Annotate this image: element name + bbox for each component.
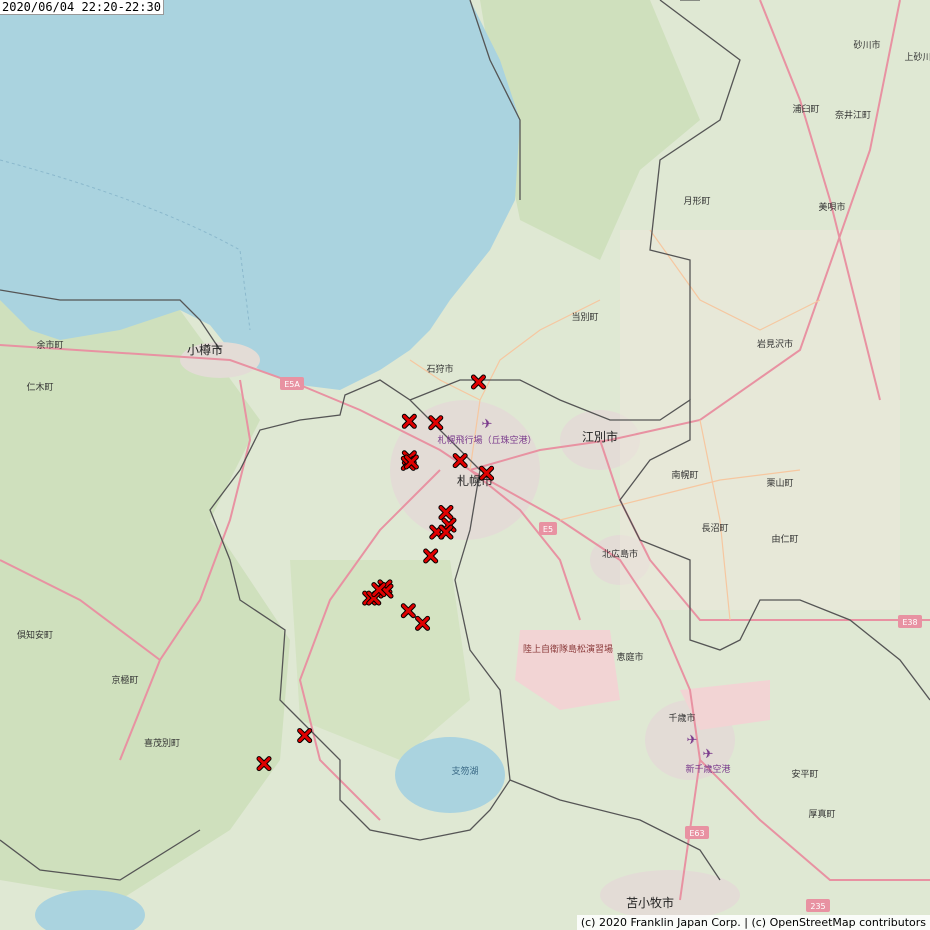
place-label-tomakomai: 苫小牧市 xyxy=(626,895,674,910)
farmland-area xyxy=(620,230,900,610)
road-shield-e38: E38 xyxy=(898,615,922,628)
place-label-abira: 安平町 xyxy=(791,768,818,780)
place-label-bibai: 美唄市 xyxy=(818,201,845,213)
airport-icon: ✈ xyxy=(703,747,714,762)
x-mark-icon xyxy=(452,453,468,469)
place-label-eniwa: 恵庭市 xyxy=(616,651,643,663)
x-mark-icon xyxy=(256,756,272,772)
x-mark-icon xyxy=(297,728,313,744)
x-mark-icon xyxy=(401,413,417,429)
place-label-tobetsu: 当別町 xyxy=(571,311,598,323)
lake-shikotsu xyxy=(395,737,505,813)
place-label-yoichi: 余市町 xyxy=(36,339,63,351)
x-mark-icon xyxy=(479,465,495,481)
place-label-new-chitose: 新千歳空港 xyxy=(685,763,730,775)
road-shield-e5a: E5A xyxy=(280,377,304,390)
road-shield-235: 235 xyxy=(806,899,830,912)
time-range-label: 2020/06/04 22:20-22:30 xyxy=(0,0,164,15)
airport-icon: ✈ xyxy=(687,733,698,748)
place-label-kutchan: 倶知安町 xyxy=(17,629,53,641)
x-mark-icon xyxy=(371,582,387,598)
road-shield-e5: E5 xyxy=(539,522,557,535)
svg-text:235: 235 xyxy=(810,902,825,911)
place-label-sunagawa: 砂川市 xyxy=(853,39,880,51)
place-label-kuriyama: 栗山町 xyxy=(766,478,793,489)
x-mark-icon xyxy=(438,505,454,521)
x-mark-icon xyxy=(423,548,439,564)
place-label-kyogoku: 京極町 xyxy=(111,674,138,686)
x-mark-icon xyxy=(470,374,486,390)
map-attribution: (c) 2020 Franklin Japan Corp. | (c) Open… xyxy=(576,915,930,930)
place-label-otaru: 小樽市 xyxy=(187,342,223,357)
place-label-urausu: 浦臼町 xyxy=(792,103,819,115)
place-label-shikotsu: 支笏湖 xyxy=(451,765,478,777)
x-mark-icon xyxy=(428,415,444,431)
svg-text:E38: E38 xyxy=(902,618,917,627)
svg-text:E5A: E5A xyxy=(284,380,300,389)
place-label-iwamizawa: 岩見沢市 xyxy=(757,338,793,350)
place-label-niki: 仁木町 xyxy=(26,381,53,393)
place-label-naganuma: 長沼町 xyxy=(701,523,728,534)
x-mark-icon xyxy=(403,454,419,470)
place-label-kimobetsu: 喜茂別町 xyxy=(144,737,180,749)
place-label-yuni: 由仁町 xyxy=(771,533,798,545)
place-label-chitose: 千歳市 xyxy=(668,712,695,724)
place-label-nanporo: 南幌町 xyxy=(671,469,698,481)
place-label-okadama: 札幌飛行場（丘珠空港） xyxy=(437,434,536,446)
svg-text:E5: E5 xyxy=(543,525,553,534)
place-label-atsuma: 厚真町 xyxy=(808,808,835,820)
map-canvas[interactable]: E5A E5 E38 E63 235 札幌市 小樽市 石狩市 江別市 当別町 北… xyxy=(0,0,930,930)
x-mark-icon xyxy=(438,524,454,540)
place-label-kitahiroshima: 北広島市 xyxy=(602,548,638,560)
map-view[interactable]: E5A E5 E38 E63 235 札幌市 小樽市 石狩市 江別市 当別町 北… xyxy=(0,0,930,930)
place-label-ishikari: 石狩市 xyxy=(426,363,453,375)
x-mark-icon xyxy=(400,603,416,619)
place-label-naie: 奈井江町 xyxy=(835,109,871,121)
svg-text:E63: E63 xyxy=(689,829,704,838)
place-label-ebetsu: 江別市 xyxy=(582,429,618,444)
x-mark-icon xyxy=(415,615,431,631)
place-label-jsdf: 陸上自衛隊島松演習場 xyxy=(523,643,613,655)
road-shield-e63: E63 xyxy=(685,826,709,839)
airport-icon: ✈ xyxy=(482,417,493,432)
place-label-tsukigata: 月形町 xyxy=(683,195,710,207)
place-label-kamisunagawa: 上砂川 xyxy=(904,51,930,63)
